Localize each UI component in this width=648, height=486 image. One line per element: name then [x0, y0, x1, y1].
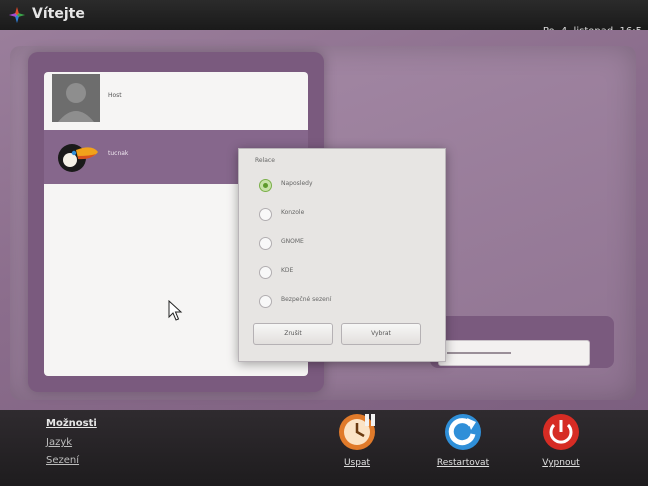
- app-logo-icon: [8, 6, 26, 24]
- cancel-button[interactable]: Zrušit: [253, 323, 333, 345]
- option-label: Bezpečné sezení: [281, 296, 332, 303]
- top-bar: Vítejte Po. 4. listopad, 16:5: [0, 0, 648, 37]
- power-icon: [543, 414, 579, 450]
- radio-button[interactable]: [259, 237, 272, 250]
- restart-button[interactable]: Restartovat: [428, 410, 498, 480]
- session-option-console[interactable]: Konzole: [259, 206, 439, 226]
- session-option-gnome[interactable]: GNOME: [259, 235, 439, 255]
- shutdown-button[interactable]: Vypnout: [526, 410, 596, 480]
- session-option-safe[interactable]: Bezpečné sezení: [259, 293, 439, 313]
- silhouette-avatar-icon: [52, 74, 100, 122]
- session-link[interactable]: Sezení: [46, 455, 79, 466]
- radio-button-checked[interactable]: [259, 179, 272, 192]
- suspend-clock-icon: [339, 414, 375, 450]
- user-name: tucnak: [108, 150, 129, 157]
- options-heading: Možnosti: [46, 418, 97, 429]
- dialog-title: Relace: [255, 157, 275, 164]
- mouse-cursor-icon: [168, 300, 183, 321]
- session-option-kde[interactable]: KDE: [259, 264, 439, 284]
- user-row-host[interactable]: Host: [44, 72, 308, 126]
- radio-button[interactable]: [259, 208, 272, 221]
- option-label: GNOME: [281, 238, 304, 245]
- window-title: Vítejte: [32, 6, 85, 22]
- radio-button[interactable]: [259, 266, 272, 279]
- option-label: Naposledy: [281, 180, 313, 187]
- option-label: KDE: [281, 267, 294, 274]
- suspend-button[interactable]: Uspat: [322, 410, 392, 480]
- select-button[interactable]: Vybrat: [341, 323, 421, 345]
- toucan-avatar-icon: [58, 144, 98, 172]
- input-progress: [447, 352, 511, 354]
- session-dialog: Relace Naposledy Konzole GNOME KDE Bezpe…: [238, 148, 446, 362]
- restart-label: Restartovat: [436, 458, 490, 468]
- password-input[interactable]: [438, 340, 590, 366]
- option-label: Konzole: [281, 209, 305, 216]
- session-option-last[interactable]: Naposledy: [259, 177, 439, 197]
- radio-button[interactable]: [259, 295, 272, 308]
- suspend-label: Uspat: [343, 458, 371, 468]
- restart-arrow-icon: [445, 414, 481, 450]
- shutdown-label: Vypnout: [542, 458, 580, 468]
- language-link[interactable]: Jazyk: [46, 437, 72, 448]
- user-name: Host: [108, 92, 122, 99]
